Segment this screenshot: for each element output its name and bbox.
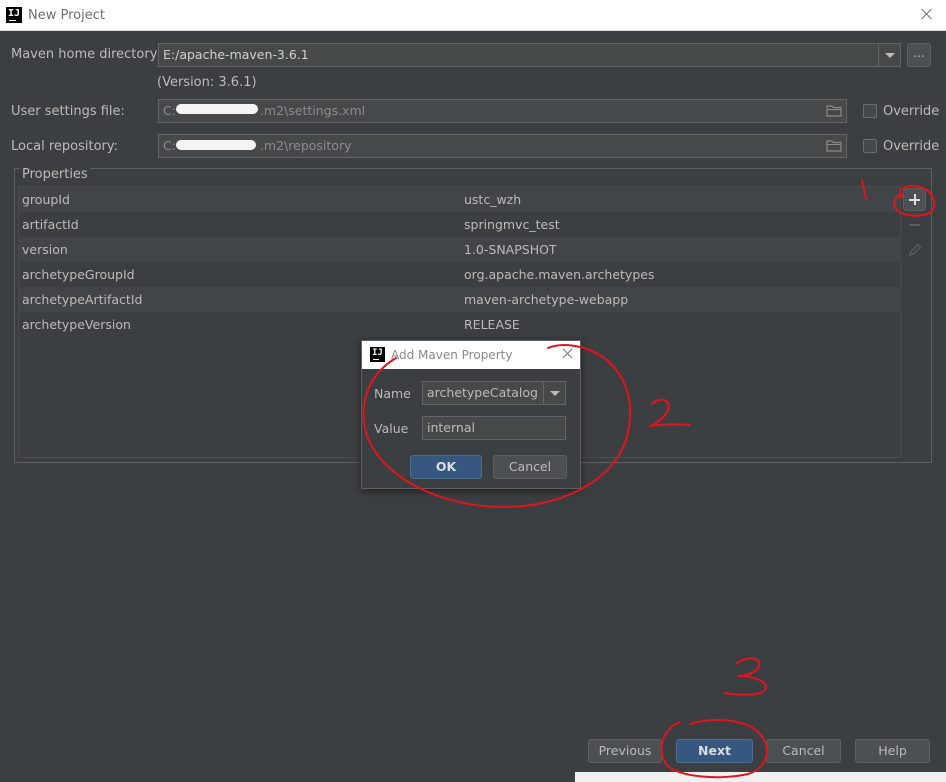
dialog-value-text: internal xyxy=(427,420,475,435)
property-key: archetypeVersion xyxy=(22,317,131,332)
folder-icon[interactable] xyxy=(826,104,842,117)
dialog-cancel-button[interactable]: Cancel xyxy=(493,455,567,479)
dialog-ok-button[interactable]: OK xyxy=(410,455,482,479)
maven-home-label: Maven home directory: xyxy=(11,47,161,62)
dialog-name-combo[interactable]: archetypeCatalog xyxy=(422,381,566,405)
property-key: groupId xyxy=(22,192,70,207)
edit-icon[interactable] xyxy=(907,242,923,258)
user-settings-field[interactable]: C: .m2\settings.xml xyxy=(158,99,847,123)
folder-icon[interactable] xyxy=(826,139,842,152)
dialog-title: Add Maven Property xyxy=(391,348,513,362)
property-key: archetypeGroupId xyxy=(22,267,135,282)
add-maven-property-dialog: IJ Add Maven Property Name archetypeCata… xyxy=(361,340,581,489)
user-settings-value-prefix: C: xyxy=(163,103,176,118)
window-title: New Project xyxy=(28,8,105,23)
chevron-down-icon[interactable] xyxy=(878,44,900,66)
user-settings-label: User settings file: xyxy=(11,104,125,119)
table-row[interactable]: artifactId springmvc_test xyxy=(19,212,900,237)
table-row[interactable]: version 1.0-SNAPSHOT xyxy=(19,237,900,262)
property-value: org.apache.maven.archetypes xyxy=(464,267,655,282)
property-value: 1.0-SNAPSHOT xyxy=(464,242,557,257)
redaction-scribble xyxy=(176,140,256,150)
dialog-title-bar: IJ Add Maven Property xyxy=(362,341,580,369)
local-repository-value-suffix: .m2\repository xyxy=(259,138,352,153)
add-property-button[interactable] xyxy=(903,188,926,211)
properties-title: Properties xyxy=(20,167,90,182)
maven-version-text: (Version: 3.6.1) xyxy=(157,75,257,90)
property-key: artifactId xyxy=(22,217,79,232)
local-repository-field[interactable]: C: .m2\repository xyxy=(158,134,847,158)
property-value: RELEASE xyxy=(464,317,520,332)
user-settings-value-suffix: .m2\settings.xml xyxy=(259,103,366,118)
dialog-close-icon[interactable] xyxy=(561,347,575,361)
local-repository-override-checkbox[interactable] xyxy=(863,139,877,153)
user-settings-override-checkbox[interactable] xyxy=(863,104,877,118)
next-button[interactable]: Next xyxy=(676,739,753,763)
local-repository-value-prefix: C: xyxy=(163,138,176,153)
table-row[interactable]: archetypeArtifactId maven-archetype-weba… xyxy=(19,287,900,312)
dialog-name-label: Name xyxy=(374,386,411,401)
maven-home-value: E:/apache-maven-3.6.1 xyxy=(163,47,309,62)
cancel-button[interactable]: Cancel xyxy=(766,739,841,763)
maven-home-combo[interactable]: E:/apache-maven-3.6.1 xyxy=(158,43,901,67)
taskbar-strip xyxy=(0,772,946,782)
table-row[interactable]: archetypeGroupId org.apache.maven.archet… xyxy=(19,262,900,287)
dialog-value-input[interactable]: internal xyxy=(422,416,566,440)
previous-button[interactable]: Previous xyxy=(588,739,662,763)
redaction-scribble xyxy=(176,104,258,114)
local-repository-label: Local repository: xyxy=(11,139,118,154)
browse-maven-home-button[interactable]: ... xyxy=(907,43,931,67)
dialog-value-label: Value xyxy=(374,421,409,436)
table-row[interactable]: archetypeVersion RELEASE xyxy=(19,312,900,337)
property-value: maven-archetype-webapp xyxy=(464,292,629,307)
table-row[interactable]: groupId ustc_wzh xyxy=(19,187,900,212)
dialog-name-value: archetypeCatalog xyxy=(427,385,538,400)
property-key: archetypeArtifactId xyxy=(22,292,143,307)
remove-icon[interactable] xyxy=(909,224,920,226)
property-value: springmvc_test xyxy=(464,217,560,232)
intellij-logo-icon: IJ xyxy=(370,347,385,362)
user-settings-override-label: Override xyxy=(883,104,940,119)
property-key: version xyxy=(22,242,68,257)
property-value: ustc_wzh xyxy=(464,192,522,207)
intellij-logo-icon: IJ xyxy=(6,7,22,23)
local-repository-override-label: Override xyxy=(883,139,940,154)
help-button[interactable]: Help xyxy=(855,739,930,763)
chevron-down-icon[interactable] xyxy=(543,382,565,404)
annotation-number-3 xyxy=(723,657,767,696)
title-bar: IJ New Project xyxy=(0,0,946,31)
